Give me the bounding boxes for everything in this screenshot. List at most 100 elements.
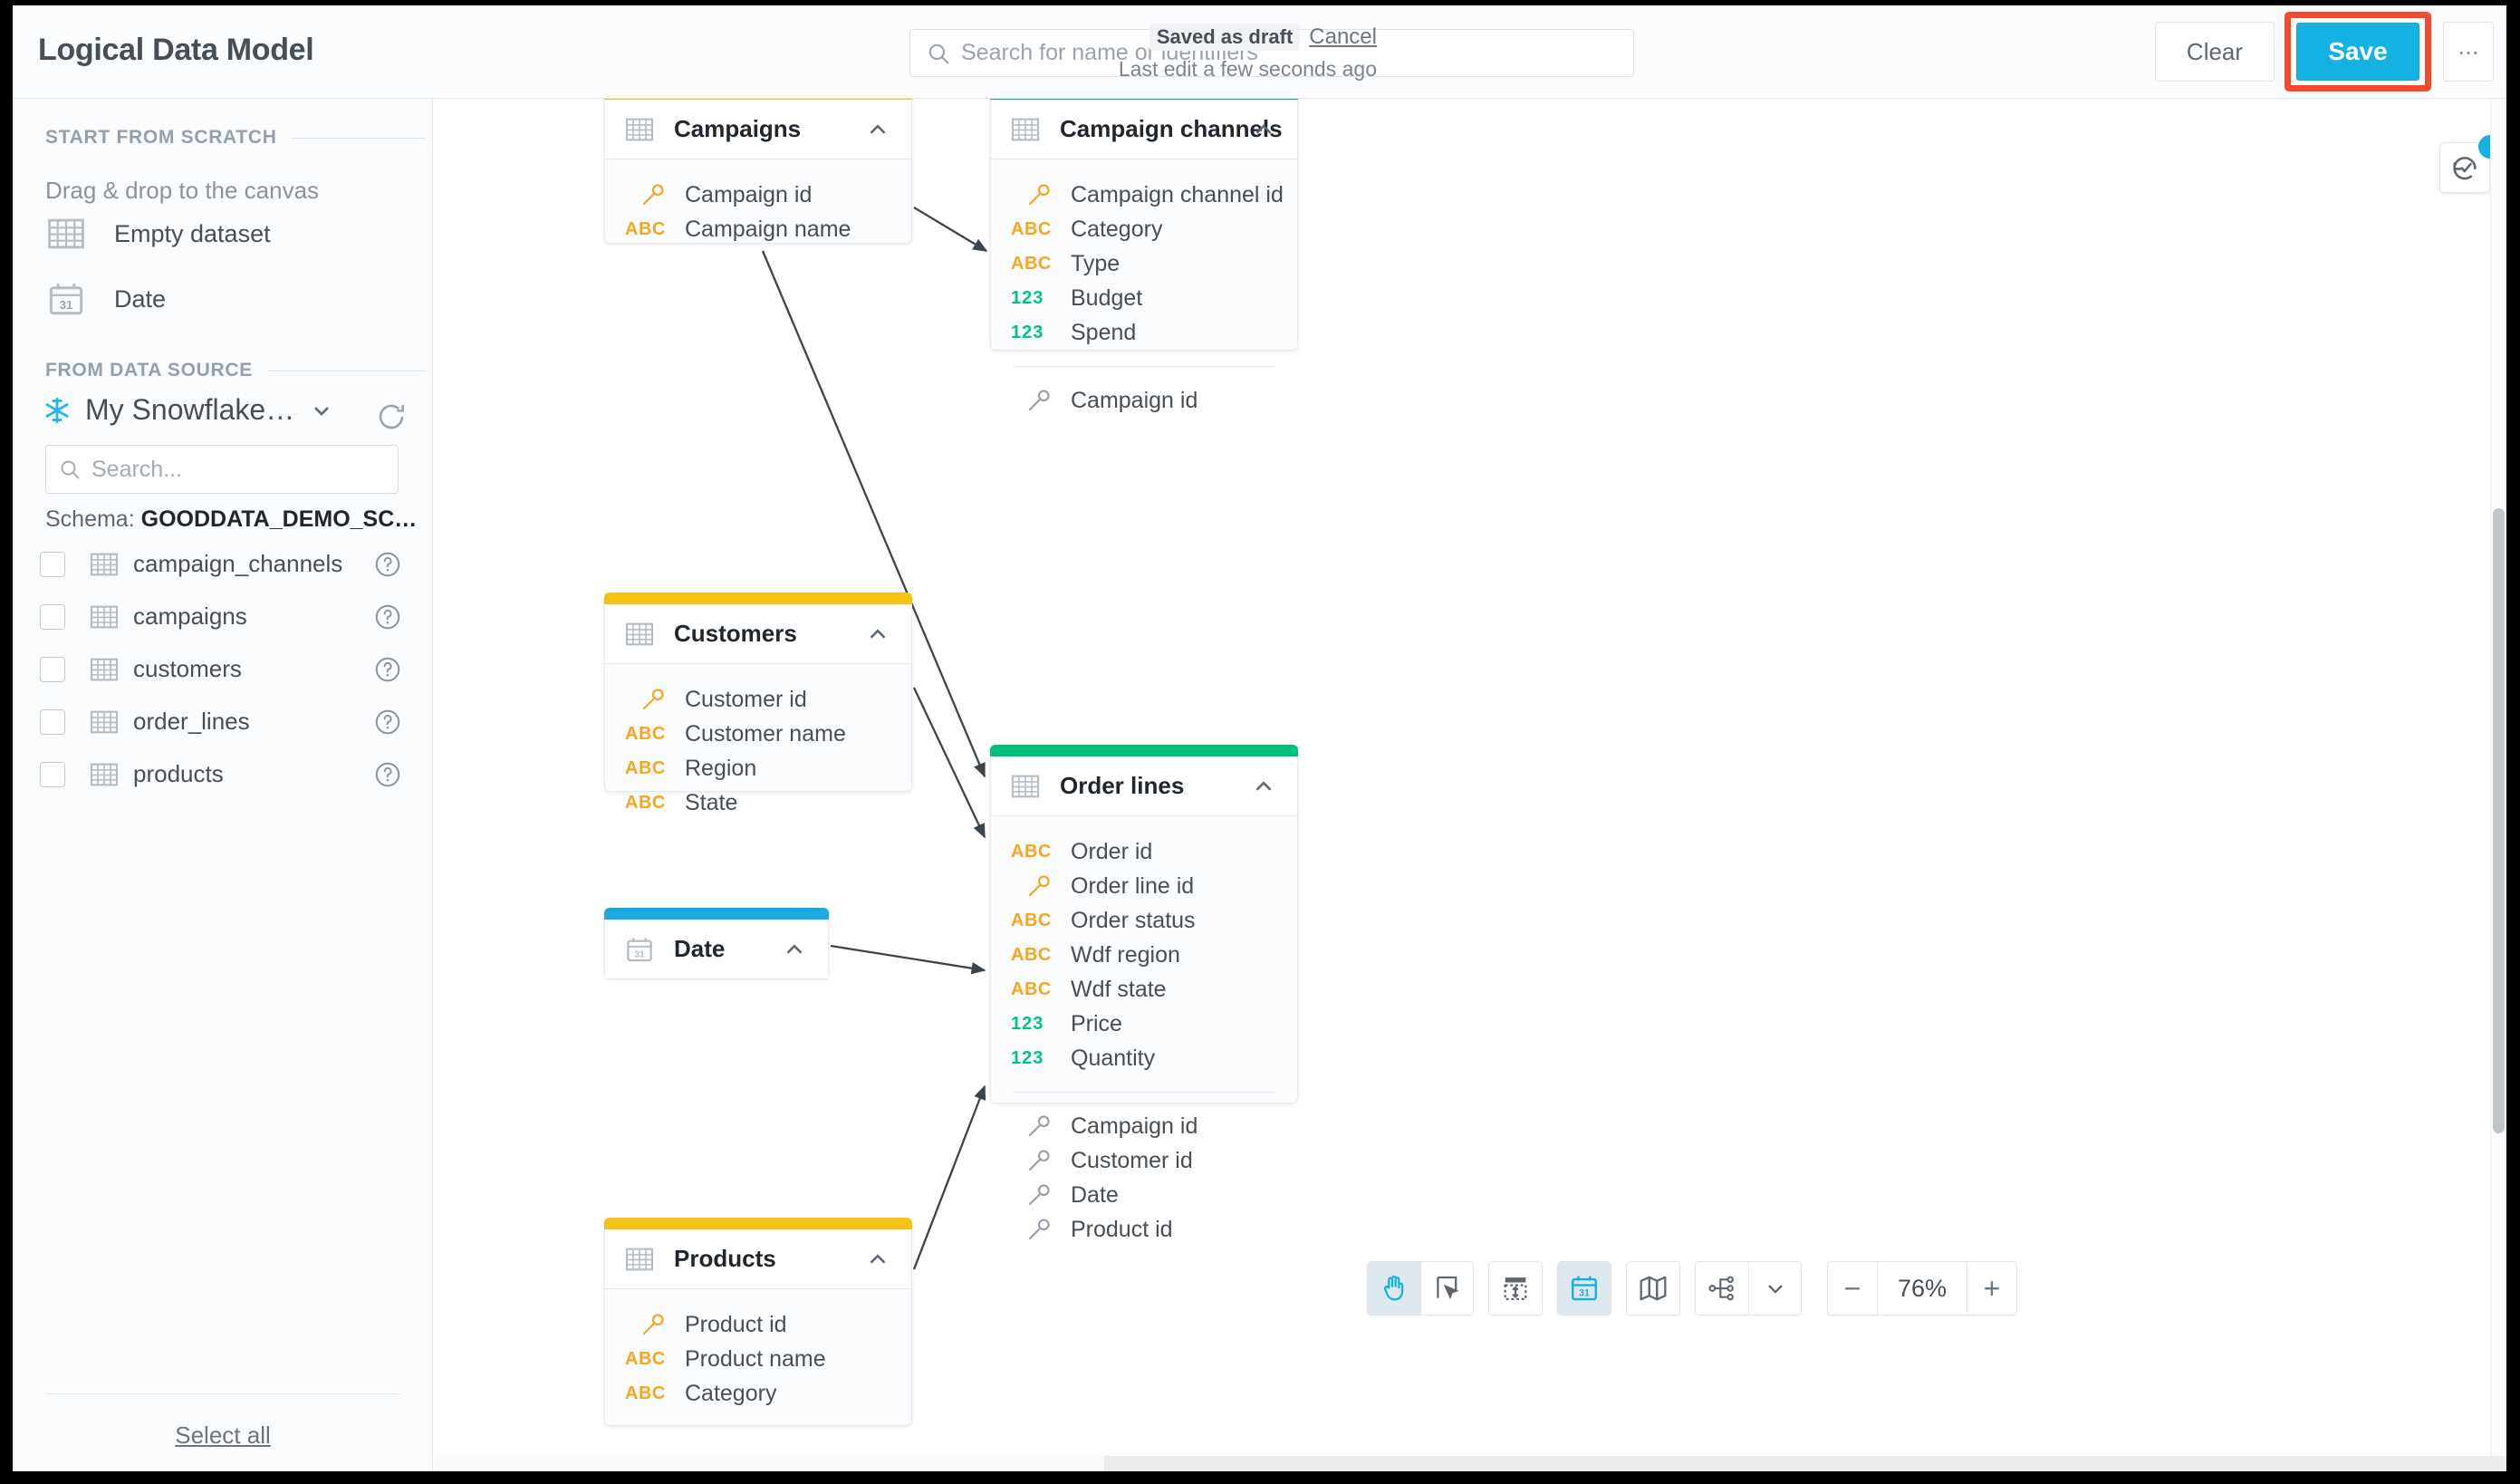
reference-name: Date [1071, 1182, 1119, 1209]
card-field[interactable]: ABCRegion [605, 751, 911, 785]
field-type-badge: ABC [1011, 219, 1067, 240]
auto-layout-tool-button[interactable] [1696, 1262, 1748, 1315]
zoom-out-button[interactable]: − [1828, 1262, 1877, 1315]
vertical-scrollbar-thumb[interactable] [2493, 508, 2505, 1133]
table-checkbox[interactable] [40, 762, 65, 787]
field-type-badge: ABC [625, 758, 681, 779]
divider [45, 1393, 400, 1394]
svg-text:31: 31 [634, 949, 645, 959]
search-icon [59, 458, 81, 480]
overview-map-tool-button[interactable] [1627, 1262, 1679, 1315]
card-reference-field[interactable]: Date [991, 1178, 1297, 1212]
field-name: Budget [1071, 285, 1142, 312]
table-grid-icon [90, 708, 119, 737]
select-all-link[interactable]: Select all [13, 1421, 433, 1450]
dataset-card-products[interactable]: Products Product idABCProduct nameABCCate… [604, 1218, 912, 1426]
pointer-select-tool-button[interactable] [1420, 1262, 1473, 1315]
help-icon[interactable] [373, 760, 402, 789]
card-header[interactable]: Customers [605, 604, 911, 664]
card-collapse-toggle[interactable] [1250, 773, 1277, 800]
card-field[interactable]: 123Price [991, 1007, 1297, 1041]
date-tool-group: 31 [1557, 1261, 1611, 1315]
more-options-button[interactable]: ... [2443, 22, 2494, 82]
card-header[interactable]: Campaign channels [991, 100, 1297, 159]
card-field[interactable]: ABCOrder status [991, 903, 1297, 938]
source-table-row[interactable]: customers [40, 646, 424, 692]
history-undo-icon [2449, 152, 2480, 183]
dataset-card-campaigns[interactable]: Campaigns Campaign idABCCampaign name [604, 99, 912, 244]
card-field[interactable]: ABCProduct name [605, 1342, 911, 1376]
card-field[interactable]: ABCWdf state [991, 972, 1297, 1007]
card-reference-field[interactable]: Campaign id [991, 1109, 1297, 1143]
table-checkbox[interactable] [40, 552, 65, 577]
card-field[interactable]: 123Budget [991, 281, 1297, 315]
card-field[interactable]: Campaign channel id [991, 178, 1297, 212]
table-name: products [133, 760, 224, 788]
card-header[interactable]: Order lines [991, 756, 1297, 816]
refresh-datasource-button[interactable] [375, 400, 408, 438]
card-field[interactable]: ABCCampaign name [605, 212, 911, 246]
card-field[interactable]: 123Quantity [991, 1041, 1297, 1075]
card-field[interactable]: Campaign id [605, 178, 911, 212]
date-toggle-tool-button[interactable]: 31 [1558, 1262, 1611, 1315]
zoom-in-button[interactable]: + [1967, 1262, 2016, 1315]
save-button[interactable]: Save [2296, 23, 2419, 81]
card-header[interactable]: Campaigns [605, 100, 911, 159]
card-title: Order lines [1060, 772, 1184, 800]
source-table-row[interactable]: order_lines [40, 699, 424, 745]
card-collapse-toggle[interactable] [864, 621, 891, 648]
card-collapse-toggle[interactable] [1250, 116, 1277, 143]
card-field[interactable]: Product id [605, 1307, 911, 1342]
field-name: Order id [1071, 839, 1152, 865]
dataset-card-date[interactable]: 31Date [604, 908, 829, 978]
card-header[interactable]: Products [605, 1229, 911, 1289]
card-header[interactable]: 31Date [605, 920, 828, 979]
card-field[interactable]: Order line id [991, 869, 1297, 903]
card-field[interactable]: ABCCustomer name [605, 717, 911, 751]
source-table-row[interactable]: products [40, 751, 424, 797]
card-reference-field[interactable]: Customer id [991, 1143, 1297, 1178]
table-checkbox[interactable] [40, 604, 65, 630]
card-field[interactable]: ABCCategory [605, 1376, 911, 1411]
field-type-badge: ABC [1011, 254, 1067, 275]
table-checkbox[interactable] [40, 709, 65, 735]
card-reference-field[interactable]: Campaign id [991, 383, 1297, 418]
scratch-item-empty-dataset[interactable]: Empty dataset [47, 215, 271, 253]
table-name: campaign_channels [133, 550, 342, 578]
calendar-icon: 31 [625, 935, 654, 964]
help-icon[interactable] [373, 655, 402, 684]
help-icon[interactable] [373, 550, 402, 579]
source-table-row[interactable]: campaign_channels [40, 541, 424, 587]
reference-name: Campaign id [1071, 388, 1197, 414]
layout-dropdown-button[interactable] [1748, 1262, 1801, 1315]
help-icon[interactable] [373, 602, 402, 631]
card-collapse-toggle[interactable] [781, 936, 808, 963]
source-table-row[interactable]: campaigns [40, 593, 424, 640]
card-collapse-toggle[interactable] [864, 116, 891, 143]
card-field[interactable]: Customer id [605, 682, 911, 717]
card-field[interactable]: 123Spend [991, 315, 1297, 350]
card-field[interactable]: ABCCategory [991, 212, 1297, 246]
table-grid-icon [625, 620, 654, 649]
table-checkbox[interactable] [40, 657, 65, 682]
dataset-card-customers[interactable]: Customers Customer idABCCustomer nameABCR… [604, 593, 912, 792]
help-icon[interactable] [373, 708, 402, 737]
dataset-card-order-lines[interactable]: Order lines ABCOrder idOrder line idABCOr… [990, 745, 1298, 1103]
clear-button[interactable]: Clear [2155, 22, 2275, 82]
dataset-card-campaign-channels[interactable]: Campaign channels Campaign channel idABCC… [990, 99, 1298, 351]
cancel-link[interactable]: Cancel [1309, 24, 1377, 50]
datasource-selector[interactable]: My Snowflake… [42, 393, 334, 427]
card-field[interactable]: ABCWdf region [991, 938, 1297, 972]
table-grid-icon [90, 760, 119, 789]
sidebar-search-input[interactable] [91, 457, 363, 483]
scratch-item-date[interactable]: 31 Date [47, 280, 166, 318]
card-collapse-toggle[interactable] [864, 1246, 891, 1273]
sidebar-search[interactable] [45, 445, 399, 494]
fit-to-height-tool-button[interactable] [1489, 1262, 1542, 1315]
hand-tool-button[interactable] [1368, 1262, 1420, 1315]
card-field[interactable]: ABCOrder id [991, 834, 1297, 869]
card-field[interactable]: ABCState [605, 785, 911, 820]
card-reference-field[interactable]: Product id [991, 1212, 1297, 1247]
horizontal-scrollbar-thumb[interactable] [434, 1456, 1104, 1471]
card-field[interactable]: ABCType [991, 246, 1297, 281]
